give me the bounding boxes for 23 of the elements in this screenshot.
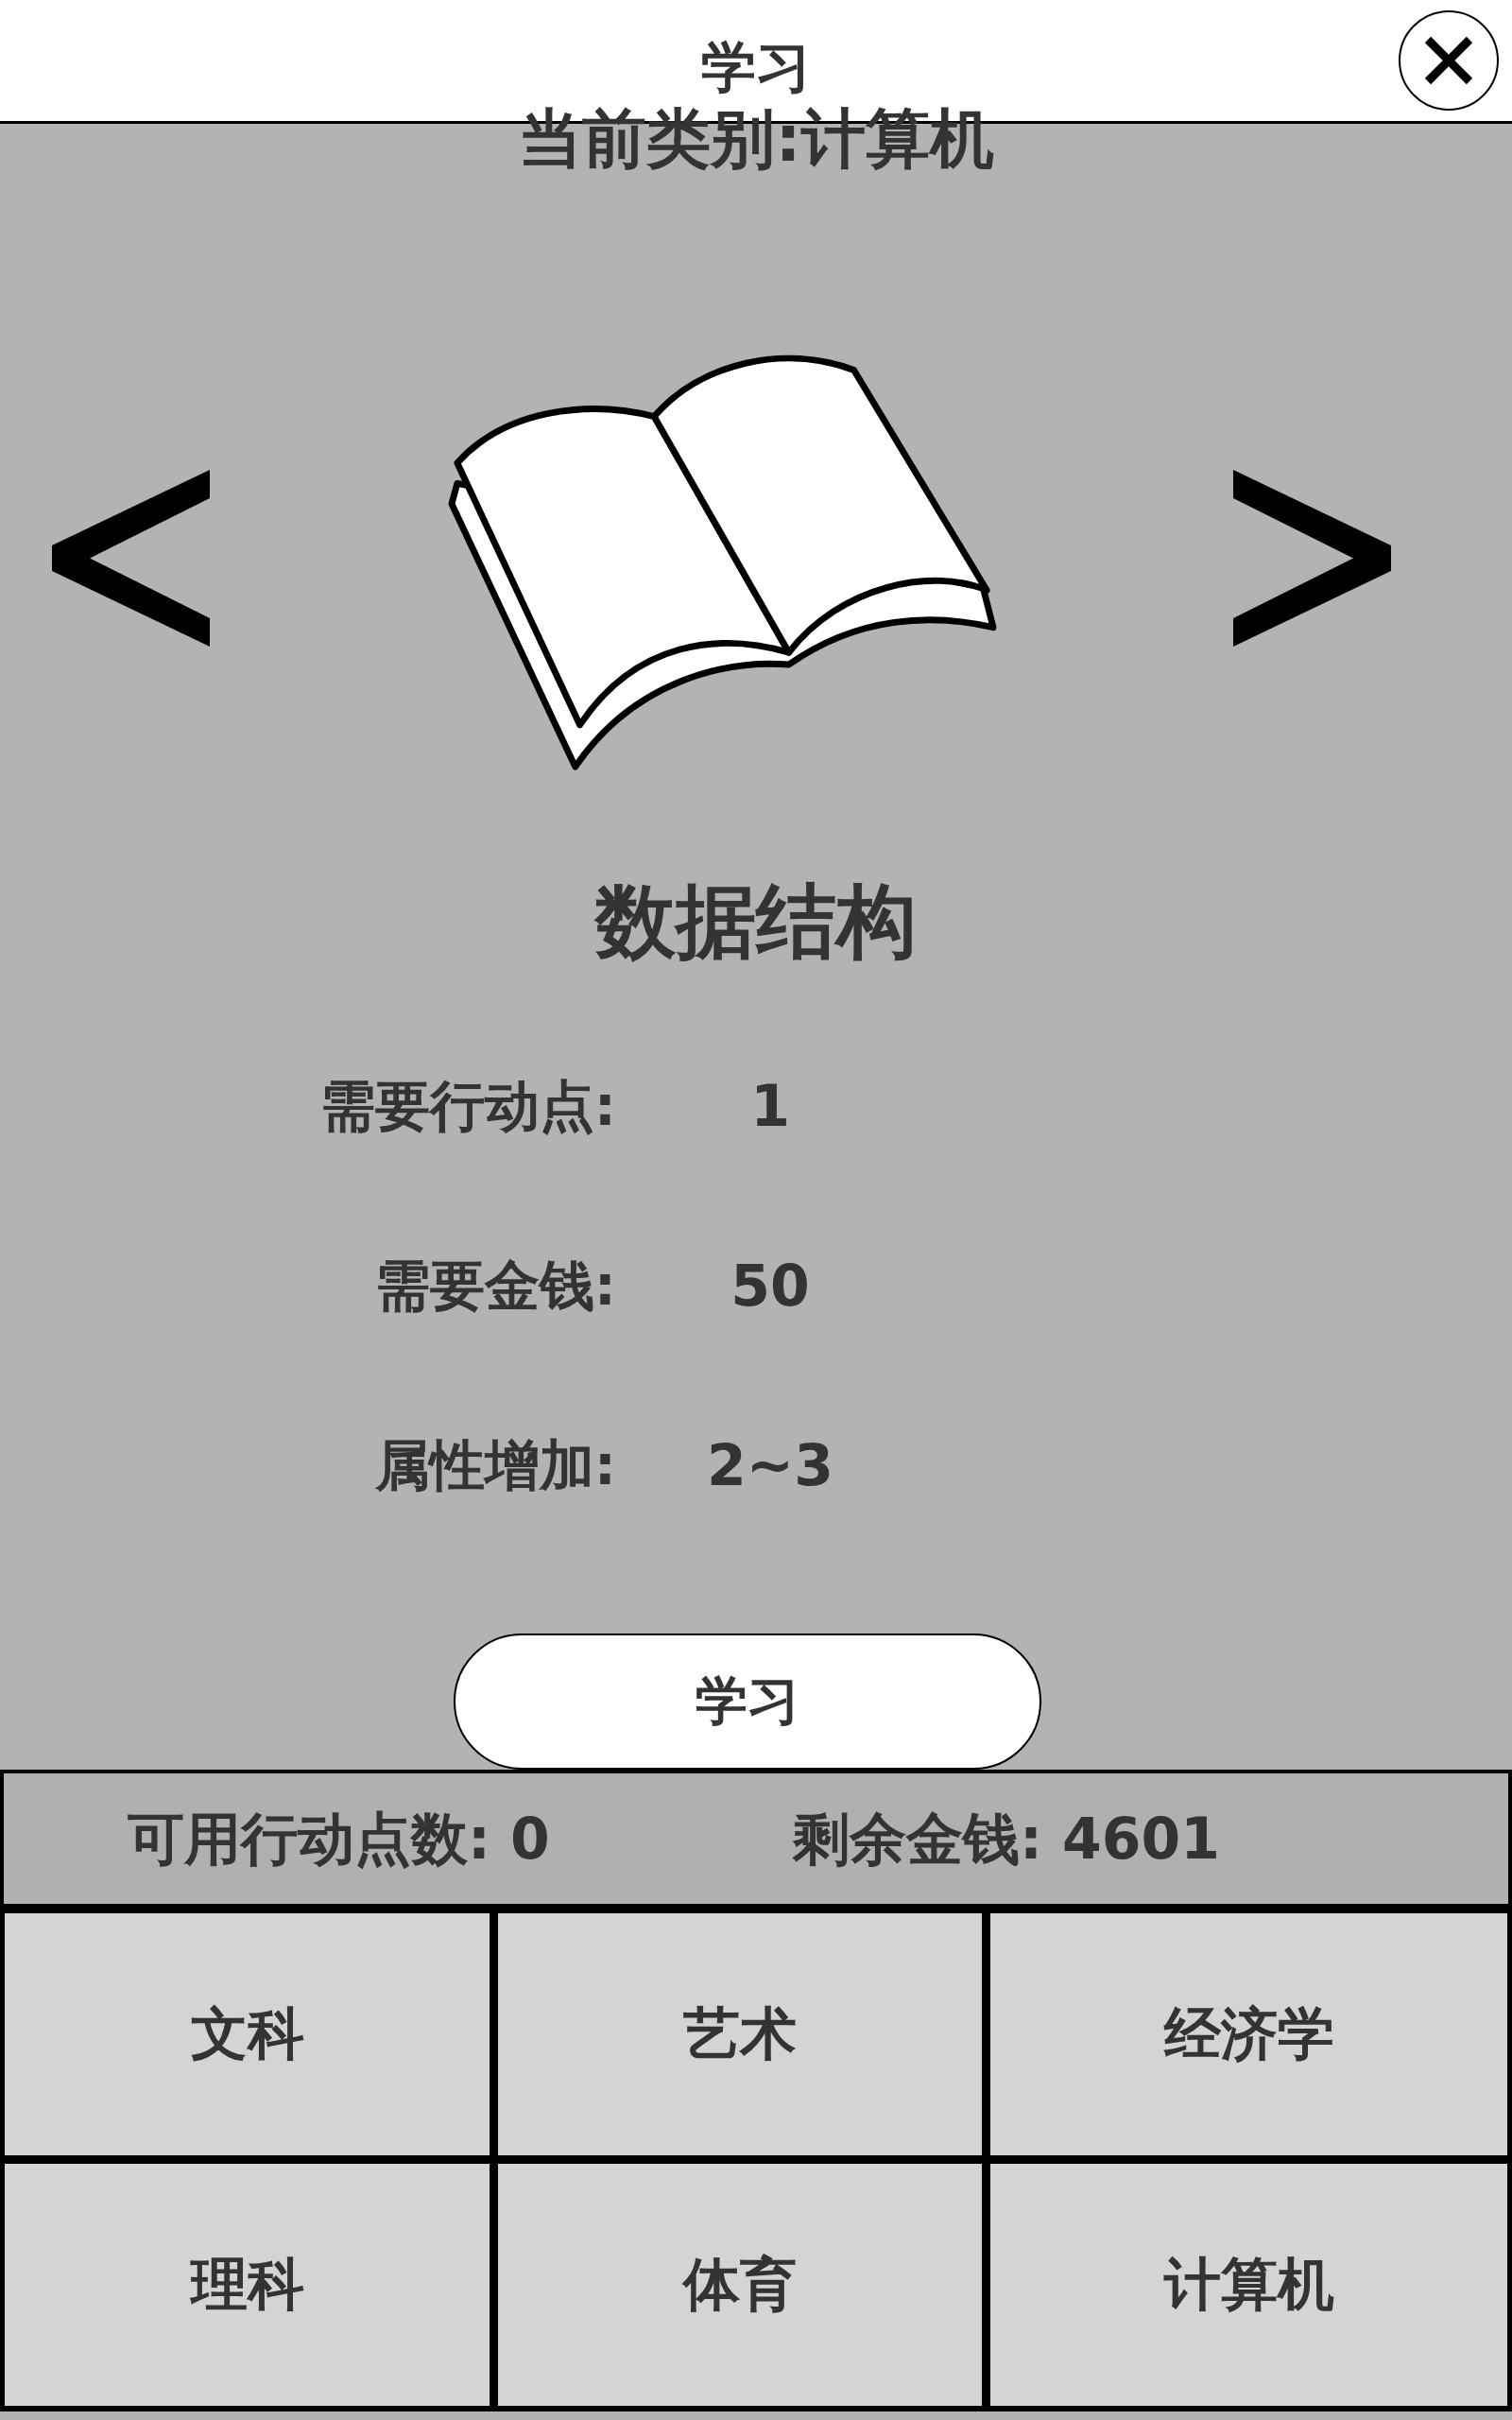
close-icon — [1423, 35, 1474, 86]
stat-value: 2~3 — [707, 1437, 833, 1494]
stat-label: 需要金钱: — [374, 1258, 616, 1313]
status-text: 可用行动点数: 0 — [128, 1810, 550, 1867]
study-button[interactable]: 学习 — [454, 1634, 1041, 1770]
category-button[interactable]: 艺术 — [498, 1913, 982, 2155]
category-button[interactable]: 体育 — [498, 2164, 982, 2406]
stat-value: 1 — [750, 1078, 790, 1134]
status-text: 剩余金钱: 4601 — [793, 1810, 1220, 1867]
stat-label: 需要行动点: — [319, 1079, 616, 1133]
chevron-left-icon — [52, 469, 210, 647]
chevron-right-icon — [1233, 469, 1391, 647]
course-title: 数据结构 — [595, 881, 917, 961]
stat-label: 属性增加: — [374, 1438, 616, 1493]
next-button[interactable] — [1233, 469, 1391, 647]
category-button[interactable]: 文科 — [5, 1913, 490, 2155]
category-heading: 当前类别:计算机 — [518, 107, 994, 171]
window-title: 学习 — [701, 34, 811, 95]
category-button[interactable]: 计算机 — [990, 2164, 1507, 2406]
previous-button[interactable] — [52, 469, 210, 647]
category-button[interactable]: 经济学 — [990, 1913, 1507, 2155]
category-button[interactable]: 理科 — [5, 2164, 490, 2406]
stat-value: 50 — [730, 1257, 810, 1314]
